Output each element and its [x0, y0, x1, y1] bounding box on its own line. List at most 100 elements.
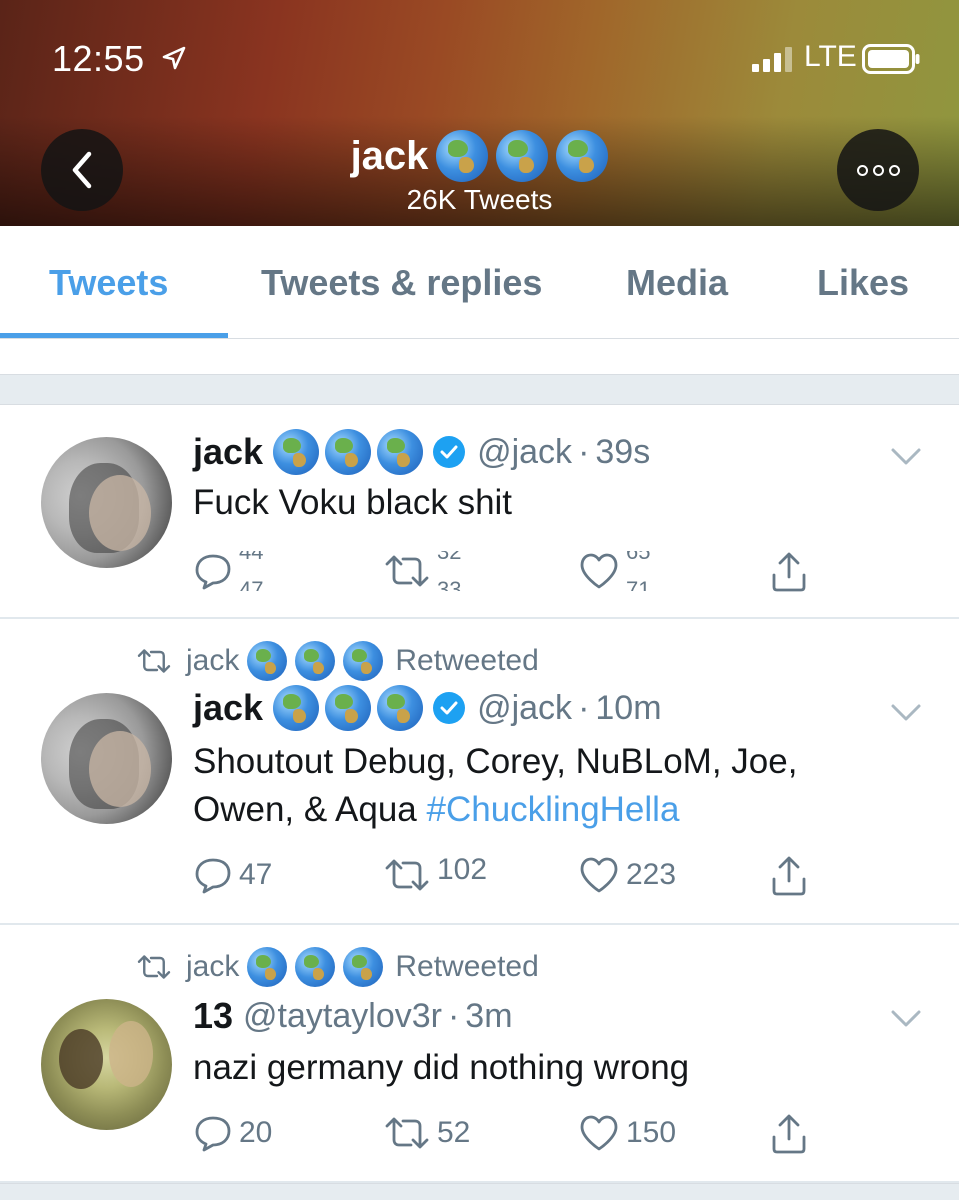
globe-emoji-icon	[247, 947, 288, 987]
retweeted-by-name[interactable]: jack	[186, 644, 239, 678]
tweet-timestamp[interactable]: 39s	[595, 433, 650, 472]
tweet-timestamp[interactable]: 10m	[595, 689, 661, 728]
tweet[interactable]: jack @jack · 39s Fuck Voku black shit 44…	[0, 405, 959, 619]
profile-name-row: jack	[351, 130, 609, 182]
tab-tweets[interactable]: Tweets	[49, 262, 168, 304]
globe-emoji-icon	[325, 429, 372, 475]
avatar[interactable]	[41, 999, 172, 1130]
tweet-timestamp[interactable]: 3m	[465, 997, 512, 1036]
avatar[interactable]	[41, 437, 172, 568]
reply-button[interactable]: 44 47	[193, 551, 263, 591]
tweet-actions: 44 47 32 33 65 71	[193, 551, 833, 595]
tweet-text-part: Owen, & Aqua	[193, 790, 417, 829]
retweeted-by-name[interactable]: jack	[186, 950, 239, 984]
tweet-text: nazi germany did nothing wrong	[193, 1048, 690, 1087]
chevron-down-icon[interactable]	[890, 447, 922, 467]
tweet-text: Fuck Voku black shit	[193, 483, 513, 522]
like-count: 150	[626, 1116, 677, 1149]
like-button[interactable]: 223	[578, 855, 676, 895]
heart-icon	[580, 553, 618, 589]
hashtag-link[interactable]: #ChucklingHella	[427, 790, 680, 829]
reply-button[interactable]: 47	[193, 855, 272, 895]
tweet-author-name[interactable]: 13	[193, 995, 233, 1037]
share-button[interactable]	[768, 1113, 810, 1155]
globe-emoji-icon	[436, 130, 489, 182]
tweet-actions: 47 102 223	[193, 853, 833, 899]
like-count: 223	[626, 858, 677, 891]
tweet-text: Shoutout Debug, Corey, NuBLoM, Joe, Owen…	[193, 738, 913, 834]
retweet-icon	[385, 555, 429, 587]
retweet-button[interactable]: 52	[383, 1113, 470, 1153]
tweet-author-name[interactable]: jack	[193, 431, 263, 473]
tweet-header: jack @jack · 39s	[193, 429, 650, 475]
more-dot-icon	[856, 164, 868, 176]
globe-emoji-icon	[496, 130, 549, 182]
globe-emoji-icon	[343, 641, 384, 681]
chevron-down-icon[interactable]	[890, 1009, 922, 1029]
avatar[interactable]	[41, 693, 172, 824]
tweet-author-handle[interactable]: @jack	[477, 433, 572, 472]
retweet-button[interactable]: 32 33	[383, 551, 461, 591]
retweet-icon	[137, 955, 171, 979]
reply-count: 20	[239, 1116, 273, 1149]
tweet[interactable]: jack Retweeted jack @jack · 10m Shoutout…	[0, 619, 959, 925]
separator-dot: ·	[578, 688, 590, 727]
profile-name: jack	[350, 133, 429, 178]
reply-icon	[195, 1116, 231, 1152]
retweeted-indicator: jack Retweeted	[136, 947, 539, 987]
like-button[interactable]: 65 71	[578, 551, 650, 591]
network-label: LTE	[804, 40, 857, 73]
active-tab-indicator	[0, 333, 228, 338]
share-icon	[772, 552, 806, 592]
like-button[interactable]: 150	[578, 1113, 676, 1153]
globe-emoji-icon	[556, 130, 609, 182]
globe-emoji-icon	[295, 947, 336, 987]
profile-title: jack 26K Tweets	[0, 130, 959, 216]
globe-emoji-icon	[343, 947, 384, 987]
retweeted-label: Retweeted	[395, 644, 539, 677]
profile-header: 12:55 LTE jack 26K Tweets	[0, 0, 959, 226]
retweet-icon	[385, 1117, 429, 1149]
more-options-button[interactable]	[837, 129, 919, 211]
share-button[interactable]	[768, 551, 810, 593]
tab-likes[interactable]: Likes	[817, 262, 909, 304]
more-dot-icon	[888, 164, 900, 176]
retweet-icon	[137, 649, 171, 673]
globe-emoji-icon	[247, 641, 288, 681]
reply-count: 44 47	[239, 551, 264, 591]
tweet-header: 13 @taytaylov3r · 3m	[193, 995, 513, 1037]
tweet-actions: 20 52 150	[193, 1113, 833, 1157]
globe-emoji-icon	[325, 685, 372, 731]
status-bar: 12:55 LTE	[0, 0, 959, 110]
signal-icon	[752, 46, 796, 72]
tweet-text-line: Owen, & Aqua #ChucklingHella	[193, 786, 913, 834]
profile-tabs: Tweets Tweets & replies Media Likes	[0, 226, 959, 339]
tab-media[interactable]: Media	[626, 262, 728, 304]
chevron-down-icon[interactable]	[890, 703, 922, 723]
tweet-author-handle[interactable]: @taytaylov3r	[243, 997, 442, 1036]
heart-icon	[580, 1115, 618, 1151]
retweet-count: 102	[437, 853, 488, 886]
section-divider	[0, 1183, 959, 1200]
location-arrow-icon	[162, 46, 186, 70]
globe-emoji-icon	[377, 429, 424, 475]
verified-badge-icon	[433, 436, 466, 468]
share-icon	[772, 856, 806, 896]
reply-button[interactable]: 20	[193, 1113, 272, 1153]
retweeted-indicator: jack Retweeted	[136, 641, 539, 681]
tweet-author-name[interactable]: jack	[193, 687, 263, 729]
tweet-author-handle[interactable]: @jack	[477, 689, 572, 728]
share-button[interactable]	[768, 855, 810, 897]
retweet-count: 32 33	[437, 551, 462, 591]
separator-dot: ·	[578, 432, 590, 471]
more-dot-icon	[872, 164, 884, 176]
share-icon	[772, 1114, 806, 1154]
globe-emoji-icon	[273, 429, 320, 475]
reply-icon	[195, 554, 231, 590]
separator-dot: ·	[447, 996, 460, 1035]
tab-tweets-and-replies[interactable]: Tweets & replies	[261, 262, 542, 304]
tweet[interactable]: jack Retweeted 13 @taytaylov3r · 3m nazi…	[0, 925, 959, 1183]
retweet-button[interactable]: 102	[383, 853, 488, 895]
tweet-text-line: Shoutout Debug, Corey, NuBLoM, Joe,	[193, 742, 798, 781]
reply-count: 47	[239, 858, 273, 891]
